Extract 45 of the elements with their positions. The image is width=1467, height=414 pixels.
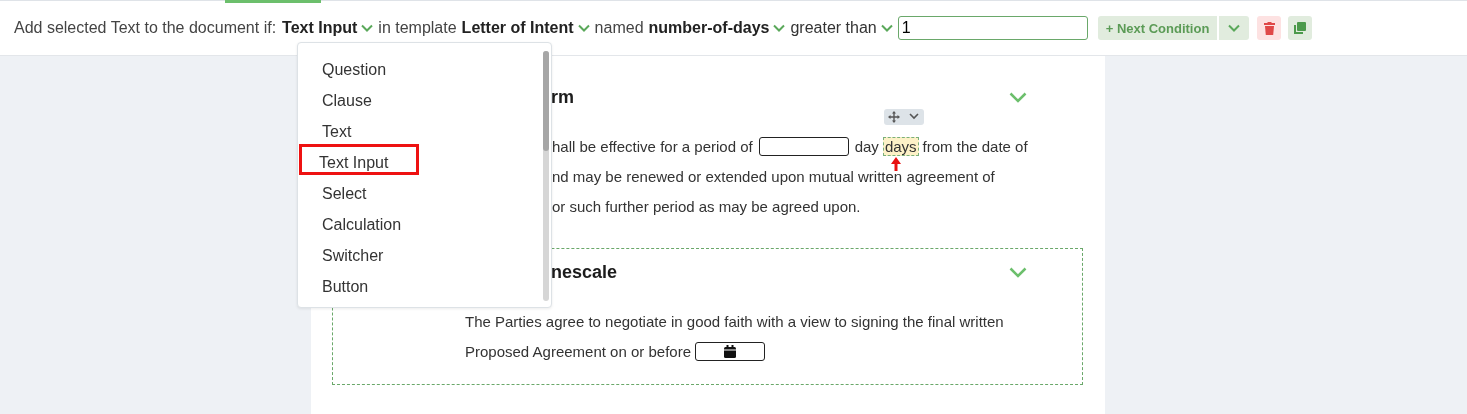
chevron-down-icon [577, 24, 590, 32]
menu-item[interactable]: Select [299, 175, 399, 206]
body-text: day [854, 137, 879, 155]
body-text: The Parties agree to negotiate in good faith with a view to signing the final written [465, 312, 1004, 330]
scrollbar-thumb[interactable] [543, 51, 549, 151]
section-heading: rm [551, 86, 574, 108]
blank-field[interactable] [758, 136, 849, 156]
menu-item[interactable]: Calculation [299, 206, 399, 237]
section-heading: nescale [551, 261, 618, 283]
menu-item[interactable]: Text Input [299, 144, 419, 175]
chevron-down-icon [1009, 266, 1027, 278]
copy-icon [1294, 22, 1307, 34]
delete-button[interactable] [1257, 16, 1282, 40]
condition-label: Add selected Text to the document if: [14, 19, 277, 37]
chevron-down-icon [1228, 24, 1241, 32]
menu-item[interactable]: Text [299, 113, 399, 144]
arrow-icon [890, 156, 901, 171]
calendar-icon [724, 344, 736, 358]
condition-dropdown[interactable]: number-of-days [648, 19, 786, 37]
copy-button[interactable] [1288, 16, 1313, 40]
condition-text: in template [378, 19, 457, 37]
chevron-down-icon [361, 24, 374, 32]
date-field[interactable] [695, 341, 765, 361]
dropdown-button[interactable] [1219, 16, 1250, 40]
variable-token[interactable]: days [882, 136, 919, 156]
condition-dropdown[interactable]: Letter of Intent [461, 19, 590, 37]
chevron-down-icon [880, 24, 893, 32]
menu-item[interactable]: Switcher [299, 237, 399, 268]
value-field[interactable]: 1 [897, 16, 1088, 40]
move-icon [888, 110, 901, 123]
body-text: or such further period as may be agreed upon. [552, 197, 861, 215]
body-text: hall be effective for a period of [552, 137, 753, 155]
condition-dropdown[interactable]: greater than [790, 19, 893, 37]
menu-item[interactable]: Button [299, 268, 399, 299]
menu-item[interactable]: Question [299, 51, 399, 82]
condition-dropdown[interactable]: Text Input [282, 19, 374, 37]
menu-item[interactable]: Clause [299, 82, 399, 113]
chevron-down-icon [773, 24, 786, 32]
body-text: nd may be renewed or extended upon mutual written agreement of [552, 167, 995, 185]
trash-icon [1263, 21, 1275, 35]
condition-text: named [594, 19, 644, 37]
chevron-down-icon [909, 113, 920, 120]
body-text: from the date of [922, 137, 1028, 155]
body-text: Proposed Agreement on or before [465, 342, 691, 360]
chevron-down-icon [1009, 91, 1027, 103]
